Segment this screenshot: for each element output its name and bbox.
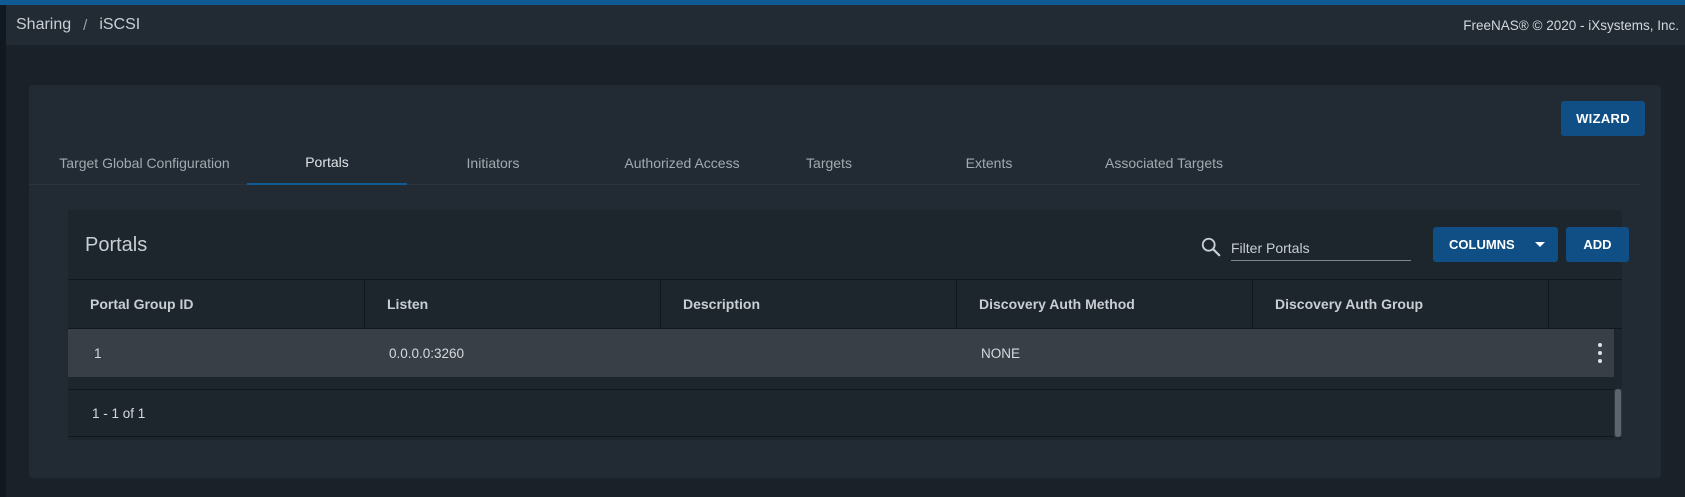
table-title: Portals	[85, 234, 148, 256]
scrollbar-thumb[interactable]	[1615, 389, 1621, 437]
wizard-button[interactable]: WIZARD	[1561, 101, 1645, 136]
tab-portals[interactable]: Portals	[247, 140, 407, 185]
tab-associated-targets[interactable]: Associated Targets	[1084, 140, 1244, 185]
breadcrumb-sharing[interactable]: Sharing	[16, 16, 71, 34]
iscsi-tabs: Target Global Configuration Portals Init…	[29, 140, 1641, 185]
cell-portal-group-id: 1	[94, 345, 102, 361]
table-header: Portal Group ID Listen Description Disco…	[68, 279, 1622, 329]
tab-extents[interactable]: Extents	[949, 140, 1029, 185]
page-header: Sharing / iSCSI FreeNAS® © 2020 - iXsyst…	[6, 5, 1685, 45]
pagination-text: 1 - 1 of 1	[92, 405, 146, 421]
tab-targets[interactable]: Targets	[789, 140, 869, 185]
breadcrumb-iscsi: iSCSI	[99, 16, 141, 33]
header-discovery-auth-method[interactable]: Discovery Auth Method	[957, 280, 1253, 328]
add-button[interactable]: ADD	[1566, 227, 1629, 262]
table-pagination: 1 - 1 of 1	[68, 389, 1614, 437]
cell-listen: 0.0.0.0:3260	[389, 345, 465, 361]
header-listen[interactable]: Listen	[365, 280, 661, 328]
tab-target-global-configuration[interactable]: Target Global Configuration	[55, 140, 234, 185]
breadcrumb: Sharing / iSCSI	[16, 16, 140, 34]
table-row[interactable]: 1 0.0.0.0:3260 NONE	[68, 329, 1614, 377]
iscsi-card: WIZARD Target Global Configuration Porta…	[29, 85, 1661, 478]
breadcrumb-separator: /	[83, 16, 88, 34]
header-description[interactable]: Description	[661, 280, 957, 328]
filter-portals-input[interactable]	[1231, 231, 1411, 261]
header-discovery-auth-group[interactable]: Discovery Auth Group	[1253, 280, 1549, 328]
cell-discovery-auth-method: NONE	[981, 345, 1021, 361]
more-vert-icon[interactable]	[1597, 343, 1603, 363]
copyright-text: FreeNAS® © 2020 - iXsystems, Inc.	[1463, 17, 1679, 33]
caret-down-icon	[1535, 242, 1545, 247]
portals-table-card: Portals COLUMNS ADD Portal Group ID List…	[68, 210, 1629, 440]
header-portal-group-id[interactable]: Portal Group ID	[68, 280, 365, 328]
table-scrollbar[interactable]	[1614, 389, 1622, 437]
search-icon	[1201, 237, 1221, 257]
tab-authorized-access[interactable]: Authorized Access	[602, 140, 762, 185]
tab-initiators[interactable]: Initiators	[453, 140, 533, 185]
left-edge	[0, 5, 6, 497]
columns-label: COLUMNS	[1449, 237, 1515, 252]
columns-button[interactable]: COLUMNS	[1433, 227, 1558, 262]
